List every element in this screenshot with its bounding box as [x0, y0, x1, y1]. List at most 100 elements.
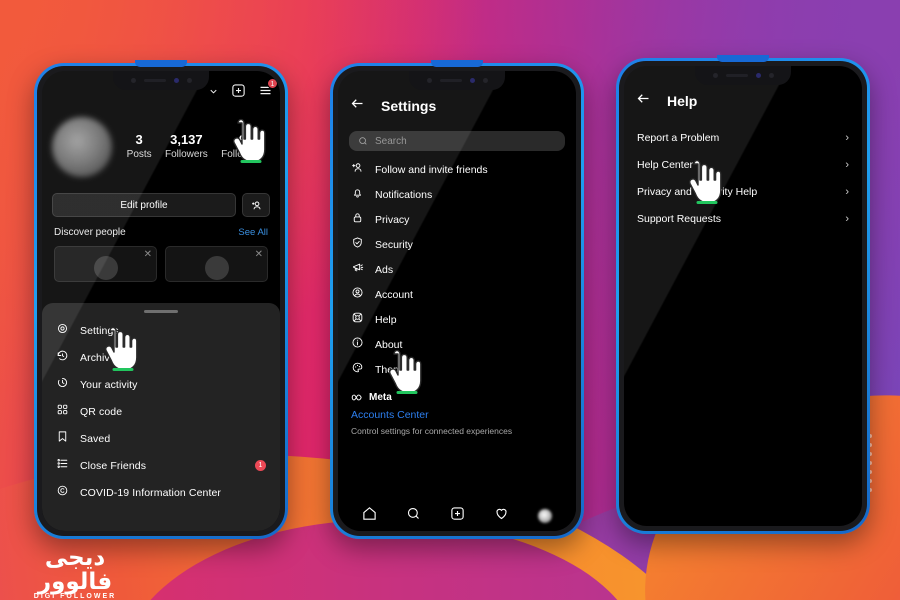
close-friends-list-icon [56, 457, 69, 475]
back-arrow-icon[interactable] [636, 91, 651, 111]
help-item-label: Report a Problem [637, 131, 720, 144]
sensor-dot-icon [482, 78, 488, 83]
phone-mockup-help: Help Report a Problem › Help Center › Privac… [616, 55, 870, 534]
archive-clock-icon [56, 349, 69, 367]
lifebuoy-help-icon [351, 311, 364, 329]
help-item-label: Support Requests [637, 212, 722, 225]
help-item-privacy-and-security-help[interactable]: Privacy and Security Help› [624, 178, 862, 205]
plus-box-icon[interactable] [450, 506, 465, 526]
profile-avatar[interactable] [52, 117, 112, 177]
camera-dot-icon [426, 78, 432, 83]
suggestion-card[interactable]: ✕ [54, 246, 157, 282]
menu-item-label: Saved [80, 432, 111, 445]
chevron-right-icon: › [845, 158, 849, 171]
speaker-slot-icon [143, 79, 166, 82]
speaker-slot-icon [439, 79, 462, 82]
settings-item-about[interactable]: About [338, 332, 576, 357]
hand-cursor-icon [389, 349, 422, 394]
menu-item-label: Your activity [80, 378, 138, 391]
watermark-brand-fa: دیجی فالوور [37, 545, 113, 595]
stat-posts[interactable]: 3 Posts [127, 132, 152, 162]
chevron-right-icon: › [845, 131, 849, 144]
camera-lens-icon [469, 78, 475, 83]
heart-icon[interactable] [494, 506, 509, 526]
stat-posts-label: Posts [126, 149, 152, 160]
shield-check-icon [351, 236, 364, 254]
meta-infinity-icon [351, 394, 362, 401]
phone-top-nub [431, 60, 483, 67]
hamburger-menu-icon[interactable]: 1 [258, 78, 278, 103]
stat-followers-count: 3,137 [170, 132, 203, 147]
menu-item-label: QR code [80, 405, 123, 418]
phone-mockup-settings: Settings Search Follow and invite friend… [330, 60, 584, 539]
hand-cursor-icon [105, 326, 138, 371]
menu-item-badge: 1 [255, 460, 266, 471]
search-icon[interactable] [406, 506, 421, 526]
search-icon [359, 137, 367, 145]
sheet-drag-handle[interactable] [144, 310, 178, 313]
settings-item-account[interactable]: Account [338, 282, 576, 307]
phone-bezel: Settings Search Follow and invite friend… [333, 66, 581, 536]
accounts-center-link[interactable]: Accounts Center [351, 409, 563, 421]
menu-item-settings[interactable]: Settings [42, 317, 280, 344]
camera-dot-icon [130, 78, 136, 83]
menu-item-close-friends[interactable]: Close Friends 1 [42, 452, 280, 479]
help-item-report-a-problem[interactable]: Report a Problem › [624, 124, 862, 151]
menu-item-your-activity[interactable]: Your activity [42, 371, 280, 398]
back-arrow-icon[interactable] [350, 96, 365, 116]
close-icon[interactable]: ✕ [255, 249, 263, 260]
stat-followers[interactable]: 3,137 Followers [165, 132, 208, 162]
settings-item-theme[interactable]: Theme [338, 357, 576, 382]
phone-bezel: Help Report a Problem › Help Center › Privac… [619, 61, 867, 531]
add-person-button[interactable] [242, 193, 270, 217]
settings-item-ads[interactable]: Ads [338, 257, 576, 282]
avatar[interactable] [537, 509, 552, 523]
camera-lens-icon [173, 78, 179, 83]
help-item-help-center[interactable]: Help Center › [624, 151, 862, 178]
covid-info-icon [56, 484, 69, 502]
see-all-link[interactable]: See All [238, 227, 268, 238]
menu-item-archive[interactable]: Archive [42, 344, 280, 371]
menu-item-label: COVID-19 Information Center [80, 486, 222, 499]
settings-item-privacy[interactable]: Privacy [338, 207, 576, 232]
page-title: Settings [381, 98, 437, 114]
settings-item-notifications[interactable]: Notifications [338, 182, 576, 207]
meta-subtitle: Control settings for connected experienc… [351, 426, 513, 436]
settings-item-label: Privacy [375, 213, 410, 226]
discover-people-label: Discover people [54, 227, 126, 238]
close-icon[interactable]: ✕ [144, 249, 152, 260]
page-title: Help [667, 93, 698, 109]
phone-notch [695, 66, 791, 85]
palette-theme-icon [351, 361, 364, 379]
chevron-down-icon[interactable] [208, 84, 219, 102]
phone-notch [113, 71, 209, 90]
phone-top-nub [717, 55, 769, 62]
camera-lens-icon [755, 73, 761, 78]
settings-item-follow-and-invite-friends[interactable]: Follow and invite friends [338, 157, 576, 182]
plus-box-icon[interactable] [231, 83, 246, 103]
menu-item-qr-code[interactable]: QR code [42, 398, 280, 425]
settings-item-help[interactable]: Help [338, 307, 576, 332]
add-person-icon [351, 161, 364, 179]
menu-item-covid-19-information-center[interactable]: COVID-19 Information Center [42, 479, 280, 506]
avatar [93, 256, 118, 280]
home-icon[interactable] [362, 506, 377, 526]
settings-item-label: Help [375, 313, 397, 326]
profile-menu-sheet: Settings Archive Your activity QR code Saved… [42, 303, 280, 531]
edit-profile-button[interactable]: Edit profile [52, 193, 236, 217]
menu-item-saved[interactable]: Saved [42, 425, 280, 452]
help-item-support-requests[interactable]: Support Requests › [624, 205, 862, 232]
suggestion-card[interactable]: ✕ [165, 246, 268, 282]
speaker-slot-icon [725, 74, 748, 77]
menu-item-label: Close Friends [80, 459, 147, 472]
chevron-right-icon: › [845, 212, 849, 225]
stat-posts-count: 3 [135, 132, 143, 147]
search-input[interactable]: Search [349, 131, 565, 151]
megaphone-icon [351, 261, 364, 279]
profile-action-row: Edit profile [42, 177, 280, 217]
settings-item-security[interactable]: Security [338, 232, 576, 257]
settings-item-label: Account [375, 288, 413, 301]
meta-brand: Meta [351, 392, 563, 403]
meta-section: Meta Accounts Center Control settings fo… [338, 382, 576, 436]
activity-clock-icon [56, 376, 69, 394]
